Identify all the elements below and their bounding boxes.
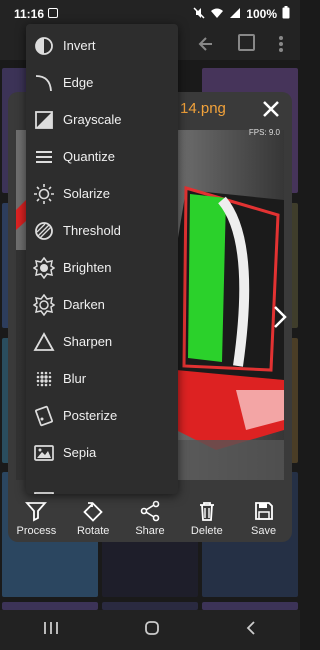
save-icon [254, 502, 273, 520]
menu-item-label: Threshold [63, 223, 121, 238]
menu-item-label: Blur [63, 371, 87, 386]
trash-icon [199, 502, 214, 521]
dialog-title: 14.png [180, 100, 226, 117]
close-icon [263, 101, 279, 117]
menu-item-label: Grayscale [63, 112, 122, 127]
gallery-thumbnail[interactable] [2, 602, 98, 610]
invert-icon [35, 36, 53, 55]
delete-label: Delete [190, 525, 223, 537]
sepia-icon [34, 444, 54, 461]
menu-item-label: Brighten [63, 260, 112, 275]
battery-text: 100% [246, 7, 277, 21]
menu-item-label: Edge [63, 75, 94, 90]
system-nav-bar [0, 610, 300, 650]
share-label: Share [135, 525, 165, 537]
menu-item-sepia[interactable]: Sepia [26, 434, 178, 471]
menu-item-label: Darken [63, 297, 105, 312]
blur-icon [36, 371, 52, 386]
menu-item-solarize[interactable]: Solarize [26, 175, 178, 212]
edge-icon [35, 74, 52, 91]
menu-item-posterize[interactable]: Posterize [26, 397, 178, 434]
back-button[interactable] [245, 620, 257, 641]
rotate-label: Rotate [76, 525, 110, 537]
share-button[interactable]: Share [122, 492, 179, 542]
home-button[interactable] [144, 620, 160, 641]
darken-icon [33, 293, 55, 316]
sharpen-icon [33, 331, 55, 351]
menu-item-label: Posterize [63, 408, 118, 423]
solarize-icon [34, 183, 54, 204]
battery-icon [282, 6, 290, 22]
menu-item-label: Quantize [63, 149, 116, 164]
close-button[interactable] [260, 98, 282, 120]
gallery-notification-icon [48, 8, 58, 18]
process-menu: Invert Edge Grayscale Quantize Solarize … [26, 24, 178, 494]
more-filter-icon [34, 491, 54, 494]
select-all-icon[interactable] [238, 34, 255, 51]
menu-item-partial[interactable] [26, 471, 178, 494]
rotate-icon [83, 502, 103, 522]
status-icons: 100% [193, 6, 290, 22]
fps-readout: FPS: 9.0 [248, 128, 280, 137]
menu-item-blur[interactable]: Blur [26, 360, 178, 397]
menu-item-grayscale[interactable]: Grayscale [26, 101, 178, 138]
more-options-icon[interactable] [278, 34, 284, 59]
menu-item-quantize[interactable]: Quantize [26, 138, 178, 175]
quantize-icon [36, 150, 52, 163]
menu-item-sharpen[interactable]: Sharpen [26, 323, 178, 360]
process-button[interactable]: Process [8, 492, 65, 542]
signal-icon [229, 7, 241, 22]
filter-icon [25, 502, 48, 522]
gallery-thumbnail[interactable] [102, 602, 198, 610]
gallery-thumbnail[interactable] [202, 602, 298, 610]
chevron-right-icon [274, 306, 287, 328]
posterize-icon [35, 405, 53, 426]
recent-apps-button[interactable] [43, 621, 59, 640]
recents-icon [43, 621, 58, 634]
grayscale-icon [35, 110, 53, 129]
menu-item-brighten[interactable]: Brighten [26, 249, 178, 286]
process-label: Process [16, 525, 57, 537]
threshold-icon [35, 221, 53, 240]
delete-button[interactable]: Delete [178, 492, 235, 542]
menu-item-label: Invert [63, 38, 96, 53]
menu-item-label: Sharpen [63, 334, 113, 349]
back-arrow-icon[interactable] [196, 34, 216, 59]
image-toolbar: Process Rotate Share Delete Save [8, 492, 292, 542]
menu-item-darken[interactable]: Darken [26, 286, 178, 323]
menu-item-threshold[interactable]: Threshold [26, 212, 178, 249]
rotate-button[interactable]: Rotate [65, 492, 122, 542]
menu-item-edge[interactable]: Edge [26, 64, 178, 101]
mute-icon [193, 6, 205, 22]
share-icon [140, 500, 160, 522]
next-image-button[interactable] [272, 304, 288, 330]
status-time: 11:16 [14, 7, 45, 21]
wifi-icon [210, 7, 224, 22]
save-label: Save [251, 525, 277, 537]
menu-item-label: Solarize [63, 186, 110, 201]
home-icon [145, 620, 159, 635]
save-button[interactable]: Save [235, 492, 292, 542]
menu-item-label: Sepia [63, 445, 97, 460]
back-icon [247, 620, 255, 635]
brighten-icon [33, 256, 55, 279]
menu-item-invert[interactable]: Invert [26, 27, 178, 64]
